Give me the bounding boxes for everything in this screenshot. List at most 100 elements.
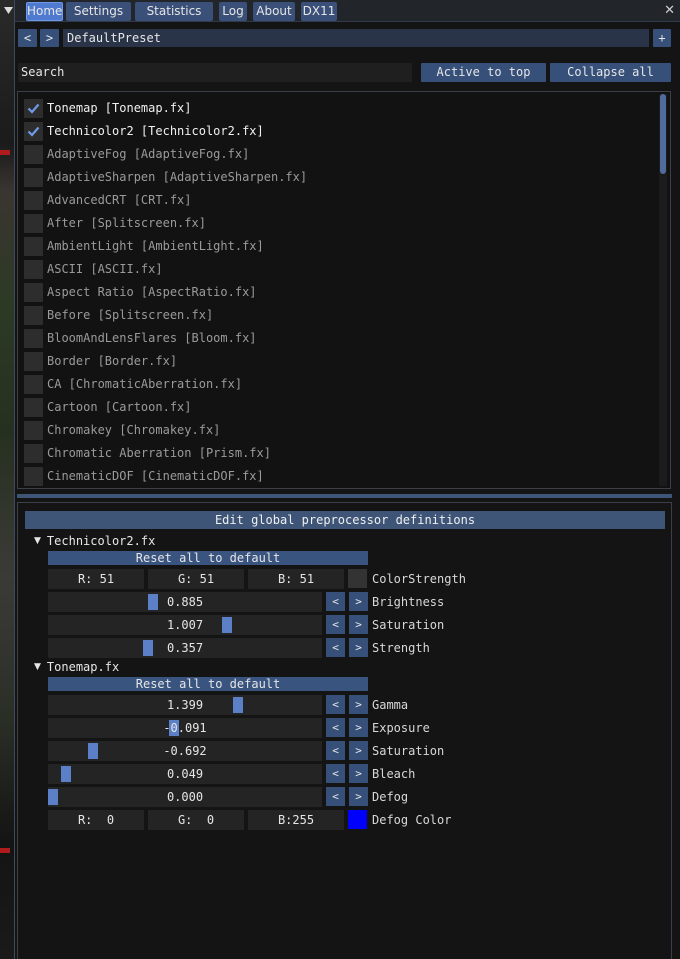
decrement-button[interactable]: < <box>326 741 345 760</box>
color-b-field[interactable]: B: 51 <box>248 569 344 589</box>
increment-button[interactable]: > <box>349 787 368 806</box>
increment-button[interactable]: > <box>349 741 368 760</box>
tab-dx11[interactable]: DX11 <box>301 2 337 21</box>
slider-grab[interactable] <box>143 640 153 656</box>
param-slider[interactable]: 1.399 <box>48 695 322 715</box>
slider-grab[interactable] <box>48 789 58 805</box>
effect-item[interactable]: Cartoon [Cartoon.fx] <box>24 396 192 418</box>
effect-checkbox[interactable] <box>24 443 43 463</box>
color-b-field[interactable]: B:255 <box>248 810 344 830</box>
effect-list-scrollbar[interactable] <box>659 94 667 486</box>
slider-grab[interactable] <box>88 743 98 759</box>
increment-button[interactable]: > <box>349 764 368 783</box>
tab-statistics[interactable]: Statistics <box>135 2 213 21</box>
param-label: Saturation <box>372 744 445 758</box>
slider-grab[interactable] <box>233 697 243 713</box>
effect-checkbox[interactable] <box>24 98 43 118</box>
add-preset-button[interactable]: + <box>653 29 671 47</box>
effect-checkbox[interactable] <box>24 328 43 348</box>
decrement-button[interactable]: < <box>326 718 345 737</box>
effect-list[interactable]: Tonemap [Tonemap.fx] Technicolor2 [Techni… <box>17 91 671 489</box>
effect-checkbox[interactable] <box>24 466 43 486</box>
effect-item[interactable]: AdvancedCRT [CRT.fx] <box>24 189 192 211</box>
effect-checkbox[interactable] <box>24 121 43 141</box>
param-slider[interactable]: 0.357 <box>48 638 322 658</box>
effect-checkbox[interactable] <box>24 420 43 440</box>
color-r-field[interactable]: R: 51 <box>48 569 144 589</box>
param-slider[interactable]: -0.692 <box>48 741 322 761</box>
color-g-field[interactable]: G: 0 <box>148 810 244 830</box>
active-to-top-button[interactable]: Active to top <box>421 63 546 82</box>
decrement-button[interactable]: < <box>326 638 345 657</box>
effect-item[interactable]: CA [ChromaticAberration.fx] <box>24 373 242 395</box>
close-icon[interactable]: ✕ <box>664 3 675 18</box>
param-slider[interactable]: 0.885 <box>48 592 322 612</box>
effect-item[interactable]: CinematicDOF [CinematicDOF.fx] <box>24 465 264 487</box>
decrement-button[interactable]: < <box>326 787 345 806</box>
effect-checkbox[interactable] <box>24 236 43 256</box>
effect-item[interactable]: BloomAndLensFlares [Bloom.fx] <box>24 327 257 349</box>
param-slider[interactable]: -0.091 <box>48 718 322 738</box>
reset-technicolor2-button[interactable]: Reset all to default <box>48 551 368 565</box>
effect-item[interactable]: AmbientLight [AmbientLight.fx] <box>24 235 264 257</box>
effect-label: Aspect Ratio [AspectRatio.fx] <box>47 285 257 299</box>
param-slider[interactable]: 1.007 <box>48 615 322 635</box>
effect-item[interactable]: After [Splitscreen.fx] <box>24 212 206 234</box>
search-input[interactable]: Search <box>18 63 412 82</box>
color-r-field[interactable]: R: 0 <box>48 810 144 830</box>
collapse-window-icon[interactable] <box>2 2 14 19</box>
effect-checkbox[interactable] <box>24 167 43 187</box>
increment-button[interactable]: > <box>349 695 368 714</box>
effect-label: BloomAndLensFlares [Bloom.fx] <box>47 331 257 345</box>
increment-button[interactable]: > <box>349 638 368 657</box>
effect-item[interactable]: ASCII [ASCII.fx] <box>24 258 163 280</box>
effect-item[interactable]: Aspect Ratio [AspectRatio.fx] <box>24 281 257 303</box>
effect-checkbox[interactable] <box>24 397 43 417</box>
tab-about[interactable]: About <box>253 2 295 21</box>
slider-grab[interactable] <box>222 617 232 633</box>
effect-checkbox[interactable] <box>24 190 43 210</box>
effect-item[interactable]: Border [Border.fx] <box>24 350 177 372</box>
effect-checkbox[interactable] <box>24 213 43 233</box>
param-slider[interactable]: 0.000 <box>48 787 322 807</box>
tab-home[interactable]: Home <box>26 2 63 21</box>
effect-checkbox[interactable] <box>24 259 43 279</box>
next-preset-button[interactable]: > <box>40 29 59 47</box>
color-swatch[interactable] <box>348 569 367 588</box>
param-slider[interactable]: 0.049 <box>48 764 322 784</box>
effect-item[interactable]: Chromakey [Chromakey.fx] <box>24 419 220 441</box>
effect-checkbox[interactable] <box>24 305 43 325</box>
section-header-tonemap[interactable]: ▼ Tonemap.fx <box>34 660 119 674</box>
effect-checkbox[interactable] <box>24 144 43 164</box>
collapse-all-button[interactable]: Collapse all <box>550 63 671 82</box>
reset-tonemap-button[interactable]: Reset all to default <box>48 677 368 691</box>
effect-checkbox[interactable] <box>24 351 43 371</box>
effect-item[interactable]: Technicolor2 [Technicolor2.fx] <box>24 120 264 142</box>
color-g-field[interactable]: G: 51 <box>148 569 244 589</box>
effect-item[interactable]: Before [Splitscreen.fx] <box>24 304 213 326</box>
increment-button[interactable]: > <box>349 592 368 611</box>
decrement-button[interactable]: < <box>326 592 345 611</box>
decrement-button[interactable]: < <box>326 695 345 714</box>
edit-global-preprocessor-button[interactable]: Edit global preprocessor definitions <box>25 511 665 529</box>
effect-item[interactable]: AdaptiveFog [AdaptiveFog.fx] <box>24 143 249 165</box>
effect-item[interactable]: Chromatic Aberration [Prism.fx] <box>24 442 271 464</box>
tab-settings[interactable]: Settings <box>66 2 131 21</box>
effect-item[interactable]: Tonemap [Tonemap.fx] <box>24 97 192 119</box>
effect-item[interactable]: AdaptiveSharpen [AdaptiveSharpen.fx] <box>24 166 307 188</box>
decrement-button[interactable]: < <box>326 764 345 783</box>
splitter[interactable] <box>17 494 672 498</box>
preset-name-field[interactable]: DefaultPreset <box>63 29 649 47</box>
scrollbar-thumb[interactable] <box>660 94 666 174</box>
tab-log[interactable]: Log <box>219 2 247 21</box>
slider-grab[interactable] <box>61 766 71 782</box>
section-header-technicolor2[interactable]: ▼ Technicolor2.fx <box>34 534 155 548</box>
effect-checkbox[interactable] <box>24 282 43 302</box>
effect-checkbox[interactable] <box>24 374 43 394</box>
increment-button[interactable]: > <box>349 615 368 634</box>
color-swatch[interactable] <box>348 810 367 829</box>
increment-button[interactable]: > <box>349 718 368 737</box>
decrement-button[interactable]: < <box>326 615 345 634</box>
prev-preset-button[interactable]: < <box>18 29 37 47</box>
slider-grab[interactable] <box>148 594 158 610</box>
